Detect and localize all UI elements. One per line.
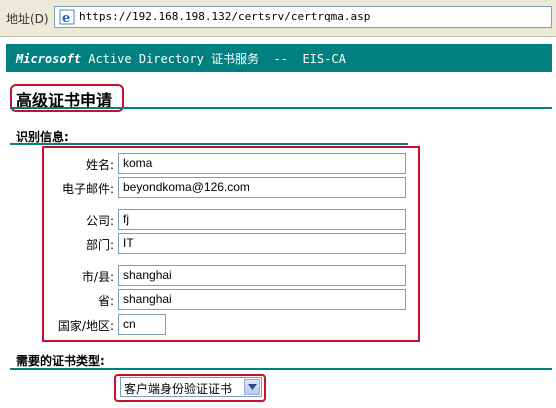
email-label: 电子邮件:	[61, 182, 114, 196]
name-field[interactable]: koma	[118, 153, 406, 174]
country-label: 国家/地区:	[57, 319, 114, 333]
address-label: 地址(D)	[6, 12, 49, 26]
city-label: 市/县:	[81, 270, 114, 284]
microsoft-logo-text: Microsoft	[16, 52, 82, 66]
company-label: 公司:	[85, 214, 114, 228]
email-field[interactable]: beyondkoma@126.com	[118, 177, 406, 198]
banner-separator: --	[273, 52, 288, 66]
cert-type-selected-value: 客户端身份验证证书	[124, 382, 233, 396]
cert-type-select[interactable]: 客户端身份验证证书	[120, 377, 262, 397]
chevron-down-icon[interactable]	[244, 379, 260, 395]
city-field[interactable]: shanghai	[118, 265, 406, 286]
banner-ca-name: EIS-CA	[302, 52, 346, 66]
cert-type-section-title: 需要的证书类型:	[16, 354, 105, 368]
country-field[interactable]: cn	[118, 314, 166, 335]
department-field[interactable]: IT	[118, 233, 406, 254]
address-input[interactable]: e https://192.168.198.132/certsrv/certrq…	[54, 6, 552, 28]
province-field[interactable]: shanghai	[118, 289, 406, 310]
banner-text: Microsoft Active Directory 证书服务 -- EIS-C…	[16, 50, 346, 67]
title-divider	[10, 107, 552, 109]
ie-page-icon: e	[59, 9, 75, 26]
address-url: https://192.168.198.132/certsrv/certrqma…	[79, 10, 371, 23]
svg-text:e: e	[62, 11, 70, 25]
company-field[interactable]: fj	[118, 209, 406, 230]
identity-divider	[10, 143, 408, 145]
name-label: 姓名:	[85, 158, 114, 172]
cert-type-divider	[10, 368, 552, 370]
banner-service: Active Directory 证书服务	[88, 52, 260, 66]
address-bar: 地址(D) e https://192.168.198.132/certsrv/…	[0, 0, 556, 37]
service-banner: Microsoft Active Directory 证书服务 -- EIS-C…	[6, 44, 552, 72]
department-label: 部门:	[85, 238, 114, 252]
province-label: 省:	[97, 294, 114, 308]
